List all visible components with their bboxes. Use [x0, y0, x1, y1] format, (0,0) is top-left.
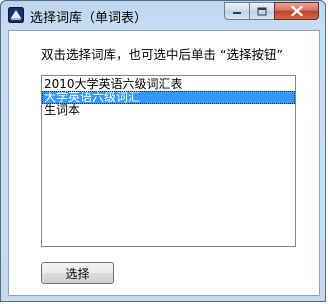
close-icon	[290, 6, 303, 16]
wordlist-listbox[interactable]: 2010大学英语六级词汇表 大学英语六级词汇 生词本	[41, 75, 296, 247]
app-icon	[8, 7, 24, 23]
instruction-text: 双击选择词库，也可选中后单击 “选择按钮”	[41, 47, 283, 62]
minimize-icon	[233, 12, 241, 14]
title-bar[interactable]: 选择词库（单词表）	[1, 1, 325, 29]
dialog-body: 双击选择词库，也可选中后单击 “选择按钮” 2010大学英语六级词汇表 大学英语…	[8, 30, 320, 296]
minimize-button[interactable]	[224, 2, 250, 20]
dialog-window: 选择词库（单词表） 双击选择词库，也可选中后单击 “选择按钮” 2010大学英语…	[0, 0, 326, 302]
select-button[interactable]: 选择	[41, 262, 114, 284]
close-button[interactable]	[274, 2, 319, 20]
maximize-button[interactable]	[249, 2, 275, 20]
window-title: 选择词库（单词表）	[30, 11, 148, 26]
list-item[interactable]: 生词本	[42, 104, 295, 117]
maximize-icon	[257, 7, 267, 15]
